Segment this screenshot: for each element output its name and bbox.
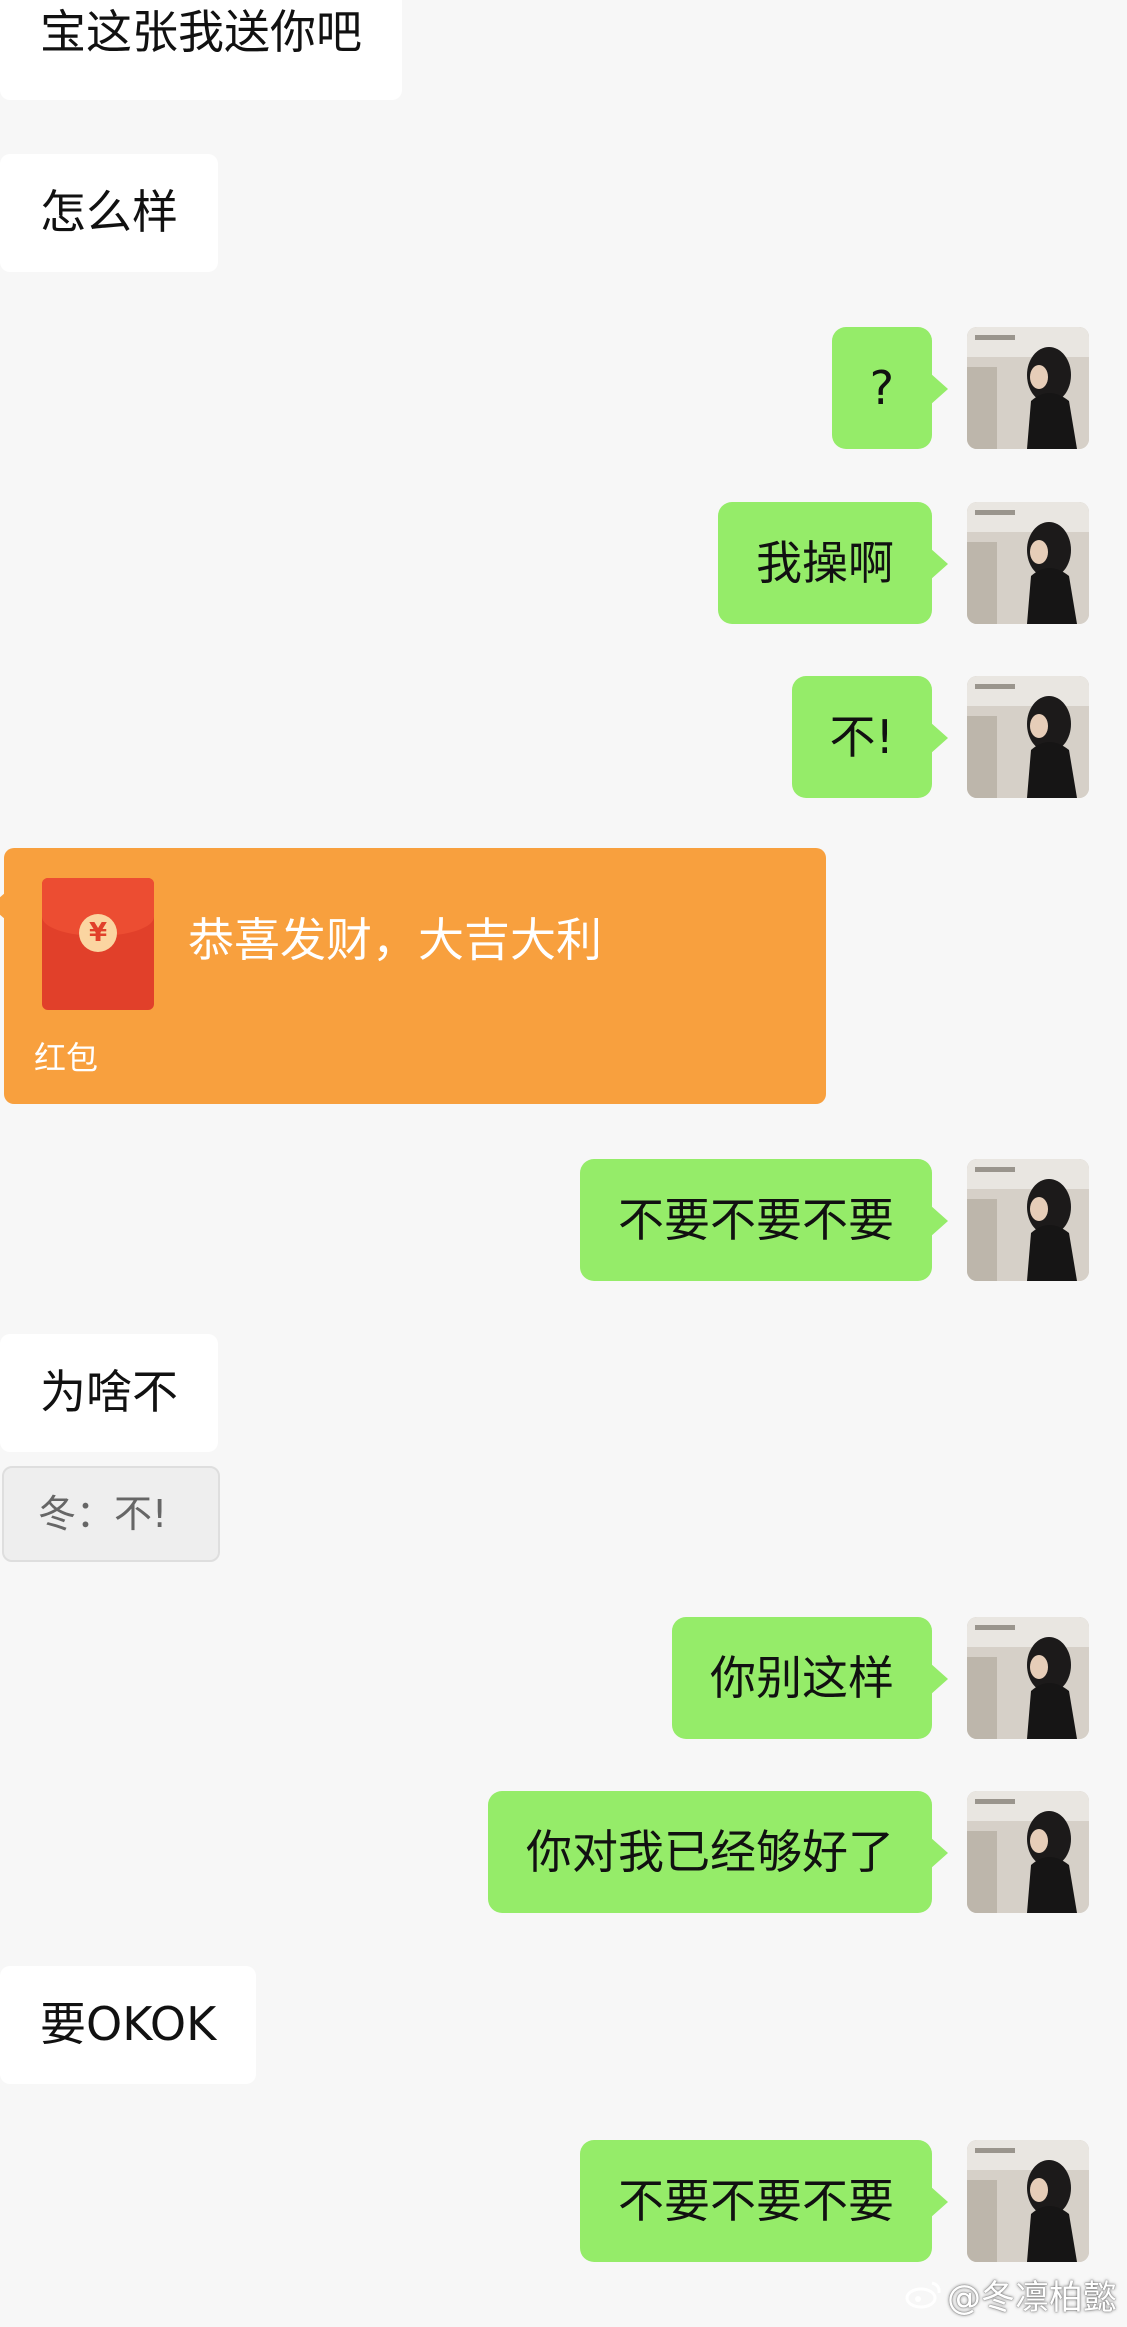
avatar[interactable] [967,1617,1089,1739]
bubble-tail [930,722,948,754]
quoted-message[interactable]: 冬：不! [2,1466,220,1562]
outgoing-message[interactable]: ? [831,327,948,449]
outgoing-message[interactable]: 你别这样 [672,1617,948,1739]
outgoing-message[interactable]: 不! [791,676,948,798]
message-text: 你对我已经够好了 [526,1825,894,1879]
message-text: 宝这张我送你吧 [40,5,362,59]
avatar[interactable] [967,502,1089,624]
message-text: 不! [829,710,894,764]
message-text: 不要不要不要 [618,1193,894,1247]
red-packet-message[interactable]: ¥ 恭喜发财，大吉大利 红包 [0,848,826,1104]
avatar[interactable] [967,2140,1089,2262]
message-text: 我操啊 [756,536,894,590]
watermark: @冬凛柏懿 [905,2276,1117,2320]
outgoing-message[interactable]: 不要不要不要 [580,1159,948,1281]
incoming-message[interactable]: 怎么样 [0,154,218,272]
user-avatar-icon [967,1617,1089,1739]
message-text: 要OKOK [40,1997,217,2051]
coin-icon: ¥ [79,914,117,952]
watermark-text: @冬凛柏懿 [947,2278,1117,2318]
message-text: 怎么样 [40,185,178,239]
user-avatar-icon [967,502,1089,624]
red-envelope-icon: ¥ [42,878,154,1010]
outgoing-message[interactable]: 不要不要不要 [580,2140,948,2262]
bubble-tail [930,373,948,405]
bubble-tail [930,1205,948,1237]
red-packet-label: 红包 [34,1039,99,1077]
message-text: ? [869,361,894,415]
message-text: 你别这样 [710,1651,894,1705]
bubble-tail [930,548,948,580]
incoming-message[interactable]: 为啥不 [0,1334,218,1452]
message-text: 为啥不 [40,1365,178,1419]
incoming-message[interactable]: 要OKOK [0,1966,257,2084]
avatar[interactable] [967,676,1089,798]
user-avatar-icon [967,676,1089,798]
red-packet-title: 恭喜发财，大吉大利 [188,913,602,967]
avatar[interactable] [967,1791,1089,1913]
bubble-tail [930,1663,948,1695]
incoming-message[interactable]: 宝这张我送你吧 [0,0,402,100]
avatar[interactable] [967,1159,1089,1281]
user-avatar-icon [967,1791,1089,1913]
quote-text: 冬：不! [38,1492,168,1536]
avatar[interactable] [967,327,1089,449]
user-avatar-icon [967,1159,1089,1281]
user-avatar-icon [967,327,1089,449]
bubble-tail [930,2186,948,2218]
weibo-icon [905,2276,943,2320]
outgoing-message[interactable]: 你对我已经够好了 [488,1791,948,1913]
user-avatar-icon [967,2140,1089,2262]
bubble-tail [0,892,6,920]
message-text: 不要不要不要 [618,2174,894,2228]
bubble-tail [930,1837,948,1869]
outgoing-message[interactable]: 我操啊 [718,502,948,624]
